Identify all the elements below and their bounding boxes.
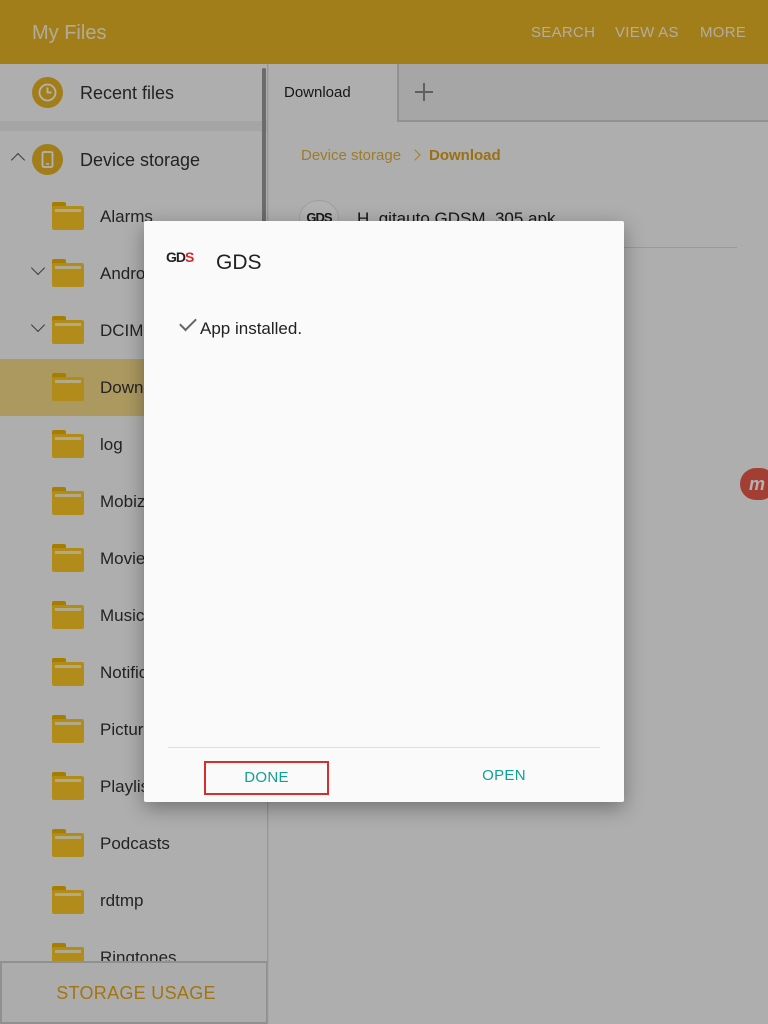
done-button[interactable]: DONE <box>204 761 329 795</box>
install-dialog: GDS GDS App installed. DONE OPEN <box>144 221 624 802</box>
checkmark-icon <box>179 313 197 332</box>
gds-logo-icon: GDS <box>166 249 194 265</box>
open-button[interactable]: OPEN <box>444 761 564 795</box>
dialog-divider <box>168 747 600 748</box>
dialog-message: App installed. <box>200 319 303 338</box>
dialog-title: GDS <box>216 251 262 274</box>
